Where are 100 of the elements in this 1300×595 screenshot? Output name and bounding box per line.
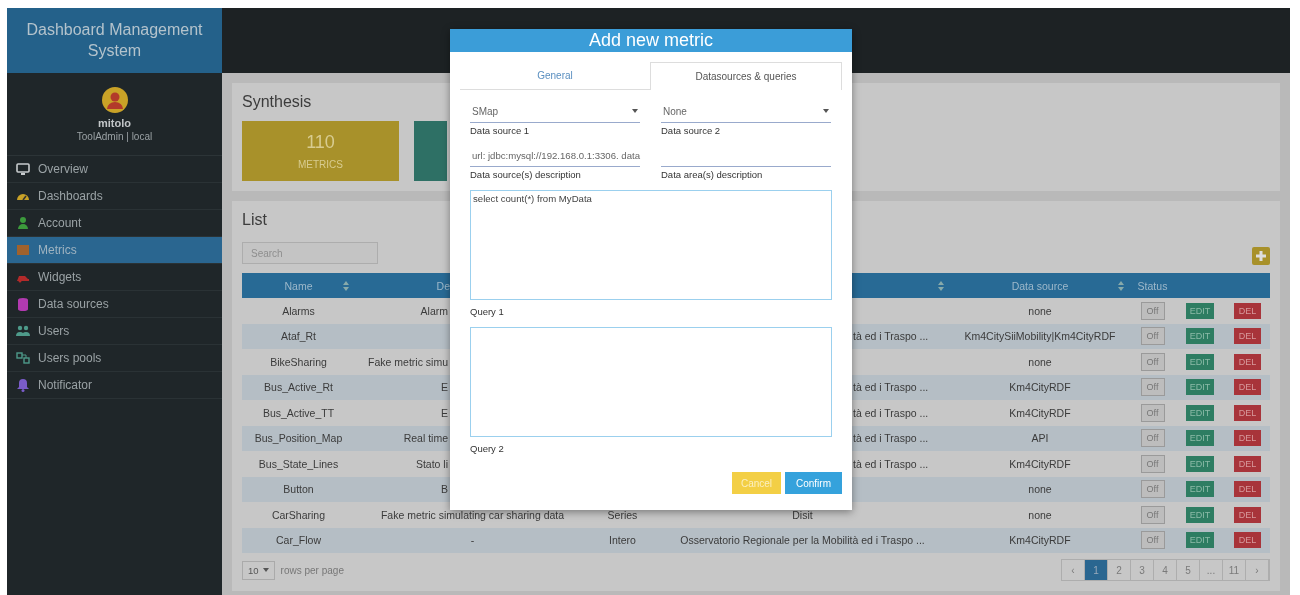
page-link[interactable]: 11 bbox=[1223, 560, 1246, 580]
caret-icon bbox=[262, 568, 269, 572]
menu-item-icon bbox=[16, 378, 30, 392]
table-cell-text: none bbox=[1027, 304, 1053, 317]
edit-button[interactable]: EDIT bbox=[1185, 506, 1215, 523]
field-label: Data source(s) description bbox=[470, 169, 582, 180]
caret-icon bbox=[632, 109, 638, 113]
add-icon[interactable] bbox=[1252, 247, 1270, 265]
delete-button[interactable]: DEL bbox=[1233, 379, 1262, 396]
table-cell-text: none bbox=[1027, 355, 1053, 368]
table-cell-text: Disit bbox=[791, 508, 814, 521]
select-field[interactable]: SMap bbox=[470, 100, 640, 123]
table-cell-text: Km4CityRDF bbox=[1008, 534, 1072, 547]
delete-button[interactable]: DEL bbox=[1233, 328, 1262, 345]
input-field[interactable]: url: jdbc:mysql://192.168.0.1:3306. data bbox=[470, 144, 640, 167]
edit-button[interactable]: EDIT bbox=[1185, 379, 1215, 396]
status-toggle[interactable]: Off bbox=[1140, 454, 1165, 473]
sidebar-item[interactable]: Dashboards bbox=[7, 183, 222, 210]
avatar-icon bbox=[101, 86, 128, 113]
edit-button[interactable]: EDIT bbox=[1185, 302, 1215, 319]
sidebar-item[interactable]: Widgets bbox=[7, 264, 222, 291]
sidebar-item[interactable]: Notificator bbox=[7, 372, 222, 399]
page-link[interactable]: ... bbox=[1200, 560, 1223, 580]
page-link[interactable]: 2 bbox=[1108, 560, 1131, 580]
select-field[interactable]: None bbox=[661, 100, 831, 123]
status-toggle[interactable]: Off bbox=[1140, 505, 1165, 524]
status-toggle[interactable]: Off bbox=[1140, 378, 1165, 397]
edit-button[interactable]: EDIT bbox=[1185, 404, 1215, 421]
table-cell-text: tà ed i Traspo ... bbox=[852, 406, 930, 419]
menu-item-icon bbox=[16, 324, 30, 338]
edit-button[interactable]: EDIT bbox=[1185, 430, 1215, 447]
edit-button[interactable]: EDIT bbox=[1185, 532, 1215, 549]
sort-icon[interactable] bbox=[1118, 280, 1124, 291]
delete-button[interactable]: DEL bbox=[1233, 353, 1262, 370]
table-cell-text: Alarm bbox=[419, 304, 449, 317]
delete-button[interactable]: DEL bbox=[1233, 481, 1262, 498]
table-cell-text: Button bbox=[282, 483, 315, 496]
page-link[interactable]: 5 bbox=[1177, 560, 1200, 580]
column-header[interactable]: Name bbox=[284, 279, 313, 292]
page-link[interactable]: 4 bbox=[1154, 560, 1177, 580]
status-toggle[interactable]: Off bbox=[1140, 327, 1165, 346]
page-link[interactable]: › bbox=[1246, 560, 1269, 580]
page-link[interactable]: 1 bbox=[1085, 560, 1108, 580]
table-cell-text: Real time bbox=[402, 432, 449, 445]
rows-per-page-label: rows per page bbox=[280, 564, 344, 576]
table-cell-text: Osservatorio Regionale per la Mobilità ed i Traspo ... bbox=[679, 534, 926, 547]
sort-icon[interactable] bbox=[343, 280, 349, 291]
delete-button[interactable]: DEL bbox=[1233, 455, 1262, 472]
table-cell-text: - bbox=[469, 534, 476, 547]
stat-value: 110 bbox=[306, 132, 335, 153]
delete-button[interactable]: DEL bbox=[1233, 430, 1262, 447]
table-cell-text: tà ed i Traspo ... bbox=[852, 330, 930, 343]
sort-icon[interactable] bbox=[938, 280, 944, 291]
table-cell-text: tà ed i Traspo ... bbox=[852, 381, 930, 394]
rows-per-page-select[interactable]: 10 bbox=[242, 560, 275, 580]
status-toggle[interactable]: Off bbox=[1140, 480, 1165, 499]
delete-button[interactable]: DEL bbox=[1233, 532, 1262, 549]
stat-card bbox=[414, 121, 447, 181]
table-cell-text: E bbox=[440, 406, 449, 419]
column-header: Status bbox=[1137, 279, 1168, 292]
table-cell-text: Car_Flow bbox=[275, 534, 322, 547]
sidebar-item[interactable]: Users pools bbox=[7, 345, 222, 372]
edit-button[interactable]: EDIT bbox=[1185, 481, 1215, 498]
table-cell-text: Km4CityRDF bbox=[1008, 381, 1072, 394]
edit-button[interactable]: EDIT bbox=[1185, 328, 1215, 345]
status-toggle[interactable]: Off bbox=[1140, 403, 1165, 422]
column-header[interactable]: Data source bbox=[1011, 279, 1069, 292]
table-cell-text: tà ed i Traspo ... bbox=[852, 457, 930, 470]
status-toggle[interactable]: Off bbox=[1140, 429, 1165, 448]
query-textarea[interactable] bbox=[470, 327, 832, 437]
table-cell-text: B bbox=[440, 483, 449, 496]
status-toggle[interactable]: Off bbox=[1140, 531, 1165, 550]
sidebar-item[interactable]: Metrics bbox=[7, 237, 222, 264]
delete-button[interactable]: DEL bbox=[1233, 404, 1262, 421]
confirm-button[interactable]: Confirm bbox=[785, 472, 842, 494]
field-label: Query 1 bbox=[470, 306, 505, 317]
delete-button[interactable]: DEL bbox=[1233, 302, 1262, 319]
status-toggle[interactable]: Off bbox=[1140, 352, 1165, 371]
table-cell-text: Km4CitySiiMobility|Km4CityRDF bbox=[963, 330, 1117, 343]
query-textarea[interactable]: select count(*) from MyData bbox=[470, 190, 832, 300]
edit-button[interactable]: EDIT bbox=[1185, 353, 1215, 370]
section-title: List bbox=[242, 211, 268, 229]
table-cell-text: API bbox=[1030, 432, 1050, 445]
page-link[interactable]: 3 bbox=[1131, 560, 1154, 580]
sidebar-item[interactable]: Overview bbox=[7, 156, 222, 183]
sidebar-item[interactable]: Users bbox=[7, 318, 222, 345]
table-cell-text: Km4CityRDF bbox=[1008, 406, 1072, 419]
table-cell-text: Bus_Active_Rt bbox=[263, 381, 334, 394]
dialog-title: Add new metric bbox=[450, 29, 852, 52]
table-cell-text: Km4CityRDF bbox=[1008, 457, 1072, 470]
table-cell-text: BikeSharing bbox=[269, 355, 328, 368]
sidebar-item[interactable]: Data sources bbox=[7, 291, 222, 318]
delete-button[interactable]: DEL bbox=[1233, 506, 1262, 523]
status-toggle[interactable]: Off bbox=[1140, 301, 1165, 320]
tab[interactable]: General bbox=[460, 62, 650, 89]
edit-button[interactable]: EDIT bbox=[1185, 455, 1215, 472]
table-cell-text: Fake metric simulating car sharing data bbox=[379, 508, 566, 521]
tab[interactable]: Datasources & queries bbox=[650, 62, 842, 90]
user-name: mitolo bbox=[98, 116, 131, 129]
column-header[interactable]: De bbox=[436, 279, 450, 292]
